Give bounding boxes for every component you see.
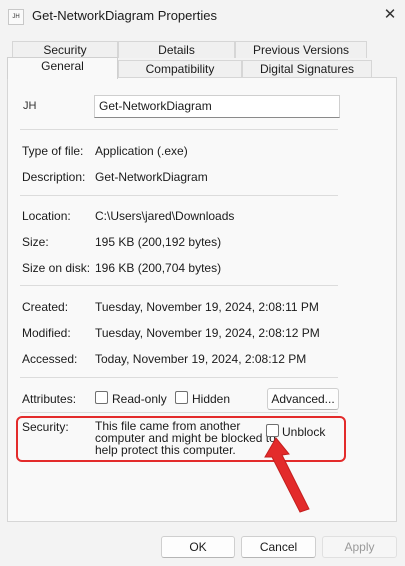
attributes-label: Attributes: xyxy=(22,392,77,406)
accessed-value: Today, November 19, 2024, 2:08:12 PM xyxy=(95,352,307,366)
ok-button[interactable]: OK xyxy=(161,536,235,558)
location-value: C:\Users\jared\Downloads xyxy=(95,209,235,223)
divider xyxy=(20,195,338,196)
tab-security[interactable]: Security xyxy=(12,41,118,58)
dialog-footer: OK Cancel Apply xyxy=(0,530,405,566)
description-label: Description: xyxy=(22,170,86,184)
divider xyxy=(20,129,338,130)
tab-label: Digital Signatures xyxy=(259,62,355,76)
app-icon: JH xyxy=(8,9,24,25)
tab-label: Compatibility xyxy=(145,62,215,76)
description-value: Get-NetworkDiagram xyxy=(95,170,208,184)
cancel-button[interactable]: Cancel xyxy=(241,536,316,558)
tab-digital-signatures[interactable]: Digital Signatures xyxy=(242,60,372,77)
type-value: Application (.exe) xyxy=(95,144,188,158)
advanced-button[interactable]: Advanced... xyxy=(267,388,339,410)
properties-window: JH Get-NetworkDiagram Properties ✕ Secur… xyxy=(0,0,405,566)
tab-label: Previous Versions xyxy=(252,43,350,57)
title-bar: JH Get-NetworkDiagram Properties ✕ xyxy=(0,0,405,32)
divider xyxy=(20,377,338,378)
tab-compatibility[interactable]: Compatibility xyxy=(118,60,242,77)
close-icon[interactable]: ✕ xyxy=(380,5,400,25)
tab-details[interactable]: Details xyxy=(118,41,235,58)
tab-label: Security xyxy=(43,43,87,57)
tab-label: General xyxy=(41,59,84,73)
divider xyxy=(20,285,338,286)
window-title: Get-NetworkDiagram Properties xyxy=(32,8,217,23)
location-label: Location: xyxy=(22,209,71,223)
modified-value: Tuesday, November 19, 2024, 2:08:12 PM xyxy=(95,326,320,340)
security-highlight-box xyxy=(16,416,346,462)
hidden-label: Hidden xyxy=(192,392,231,406)
accessed-label: Accessed: xyxy=(22,352,78,366)
size-label: Size: xyxy=(22,235,49,249)
readonly-label: Read-only xyxy=(112,392,167,406)
tab-general[interactable]: General xyxy=(7,57,118,79)
created-value: Tuesday, November 19, 2024, 2:08:11 PM xyxy=(95,300,319,314)
divider xyxy=(20,412,338,413)
size-on-disk-value: 196 KB (200,704 bytes) xyxy=(95,261,222,275)
apply-button[interactable]: Apply xyxy=(322,536,397,558)
size-value: 195 KB (200,192 bytes) xyxy=(95,235,222,249)
readonly-checkbox[interactable] xyxy=(95,391,108,404)
modified-label: Modified: xyxy=(22,326,71,340)
file-name-field[interactable]: Get-NetworkDiagram xyxy=(94,95,340,118)
tab-label: Details xyxy=(158,43,195,57)
created-label: Created: xyxy=(22,300,69,314)
hidden-checkbox[interactable] xyxy=(175,391,188,404)
tab-previous-versions[interactable]: Previous Versions xyxy=(235,41,367,58)
type-label: Type of file: xyxy=(22,144,84,158)
file-icon: JH xyxy=(23,100,37,112)
size-on-disk-label: Size on disk: xyxy=(22,261,91,275)
